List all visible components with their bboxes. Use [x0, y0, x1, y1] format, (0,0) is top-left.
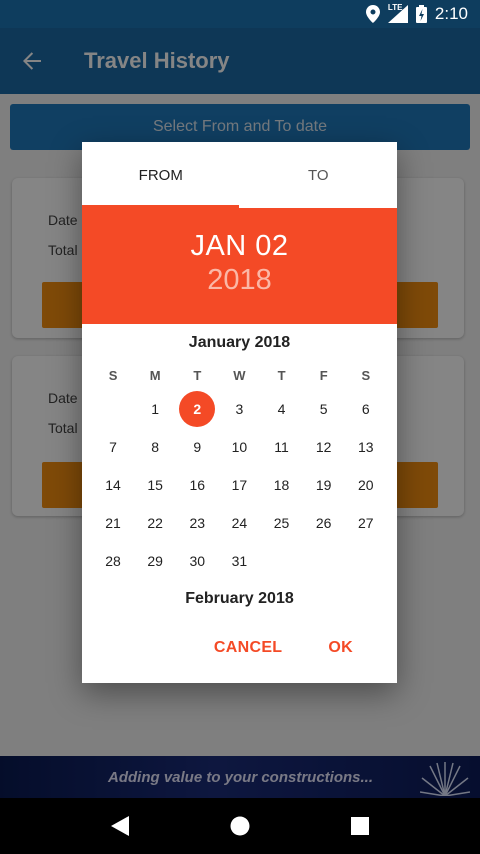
day-cell[interactable]: 8 [134, 428, 176, 466]
day-number: 31 [231, 553, 248, 569]
day-cell[interactable]: 16 [176, 466, 218, 504]
day-cell[interactable]: 23 [176, 504, 218, 542]
system-nav-bar [0, 798, 480, 854]
day-number: 17 [231, 477, 248, 493]
triangle-back-icon [111, 816, 129, 836]
weekday-label: W [233, 368, 246, 383]
weekday-label: S [108, 368, 118, 383]
dialog-actions: CANCEL OK [214, 639, 397, 657]
day-number: 16 [189, 477, 206, 493]
weekday-label: F [319, 368, 328, 383]
weekday-label: S [361, 368, 371, 383]
selected-year[interactable]: 2018 [82, 264, 397, 297]
day-number: 6 [361, 401, 370, 417]
day-number: 7 [109, 439, 117, 455]
month-title: January 2018 [188, 334, 291, 351]
day-number: 27 [358, 515, 374, 531]
selected-date-header: JAN 02 2018 [82, 208, 397, 324]
day-cell[interactable]: 13 [345, 428, 387, 466]
clock: 2:10 [434, 4, 468, 23]
day-number: 21 [105, 515, 121, 531]
weekday-label: T [277, 368, 286, 383]
day-cell-selected[interactable]: 2 [176, 390, 218, 428]
day-cell[interactable]: 5 [303, 390, 345, 428]
day-cell[interactable]: 3 [218, 390, 260, 428]
date-picker-dialog: FROM TO JAN 02 2018 January 2018 S M T W… [82, 142, 397, 683]
nav-home-button[interactable] [220, 806, 260, 846]
day-number: 9 [193, 439, 202, 455]
day-number: 3 [235, 401, 244, 417]
day-number: 23 [189, 515, 206, 531]
day-number: 24 [231, 515, 248, 531]
day-cell[interactable]: 17 [218, 466, 260, 504]
day-number: 5 [319, 401, 328, 417]
day-cell[interactable]: 27 [345, 504, 387, 542]
day-number: 30 [189, 553, 206, 569]
location-icon [365, 5, 380, 23]
nav-back-button[interactable] [100, 806, 140, 846]
day-cell[interactable]: 18 [261, 466, 303, 504]
day-number: 18 [273, 477, 290, 493]
day-blank [92, 390, 134, 428]
status-bar: LTE 2:10 [0, 0, 480, 28]
day-cell[interactable]: 14 [92, 466, 134, 504]
day-cell[interactable]: 6 [345, 390, 387, 428]
day-cell[interactable]: 19 [303, 466, 345, 504]
day-cell[interactable]: 24 [218, 504, 260, 542]
day-cell[interactable]: 12 [303, 428, 345, 466]
day-cell[interactable]: 31 [218, 542, 260, 580]
day-cell[interactable]: 21 [92, 504, 134, 542]
tab-from[interactable]: FROM [82, 142, 240, 208]
cancel-button[interactable]: CANCEL [214, 639, 282, 657]
day-cell[interactable]: 22 [134, 504, 176, 542]
day-number: 15 [147, 477, 163, 493]
day-number: 28 [105, 553, 121, 569]
day-number: 19 [315, 477, 332, 493]
weekday-label: M [149, 368, 161, 383]
day-cell[interactable]: 11 [261, 428, 303, 466]
day-number: 22 [147, 515, 163, 531]
date-tabs: FROM TO [82, 142, 397, 208]
day-cell[interactable]: 1 [134, 390, 176, 428]
network-label: LTE [387, 3, 403, 12]
day-number: 11 [274, 439, 289, 455]
weekday-label: T [193, 368, 202, 383]
day-number: 2 [179, 391, 216, 427]
signal-icon: LTE [387, 3, 408, 23]
day-cell[interactable]: 9 [176, 428, 218, 466]
day-cell[interactable]: 4 [261, 390, 303, 428]
day-cell[interactable]: 7 [92, 428, 134, 466]
day-number: 20 [358, 477, 374, 493]
day-number: 12 [315, 439, 332, 455]
selected-date[interactable]: JAN 02 [82, 208, 397, 263]
battery-icon [415, 5, 427, 23]
weekday-row: S M T W T F S [92, 368, 387, 383]
calendar-days: 1 2 3 4 5 6 7 8 9 10 11 12 13 14 15 16 17 18 19 20 21 22 23 24 2… [92, 390, 387, 580]
circle-home-icon [230, 816, 250, 836]
next-month-title: February 2018 [185, 590, 294, 607]
day-number: 25 [273, 515, 290, 531]
day-number: 8 [151, 439, 160, 455]
day-number: 13 [358, 439, 374, 455]
day-cell[interactable]: 26 [303, 504, 345, 542]
day-cell[interactable]: 30 [176, 542, 218, 580]
nav-recents-button[interactable] [340, 806, 380, 846]
ok-button[interactable]: OK [328, 639, 353, 657]
day-cell[interactable]: 25 [261, 504, 303, 542]
day-number: 1 [151, 401, 160, 417]
day-cell[interactable]: 20 [345, 466, 387, 504]
day-number: 26 [315, 515, 332, 531]
day-cell[interactable]: 10 [218, 428, 260, 466]
day-number: 14 [105, 477, 121, 493]
day-number: 29 [147, 553, 163, 569]
day-cell[interactable]: 15 [134, 466, 176, 504]
tab-to[interactable]: TO [240, 142, 398, 208]
square-recents-icon [351, 817, 369, 835]
day-cell[interactable]: 28 [92, 542, 134, 580]
day-number: 10 [231, 439, 248, 455]
day-cell[interactable]: 29 [134, 542, 176, 580]
day-number: 4 [277, 401, 286, 417]
